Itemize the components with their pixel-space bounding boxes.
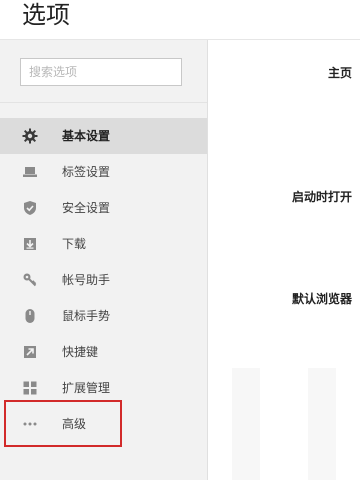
- sidebar-item-label: 鼠标手势: [62, 309, 111, 323]
- setting-label-on-startup: 启动时打开: [292, 190, 353, 204]
- sidebar-item-tab-settings[interactable]: 标签设置: [0, 154, 207, 190]
- sidebar: 基本设置 标签设置 安全设置 下载: [0, 40, 208, 480]
- laptop-icon: [23, 167, 37, 177]
- download-icon: [24, 238, 36, 250]
- sidebar-item-label: 安全设置: [62, 201, 111, 215]
- sidebar-item-label: 高级: [62, 417, 87, 431]
- sidebar-item-label: 快捷键: [62, 345, 99, 359]
- sidebar-item-label: 下载: [62, 237, 87, 251]
- key-icon: [23, 273, 37, 287]
- sidebar-item-label: 扩展管理: [62, 381, 111, 395]
- sidebar-item-account-helper[interactable]: 帐号助手: [0, 262, 207, 298]
- panel-stripe: [232, 368, 260, 480]
- sidebar-item-security[interactable]: 安全设置: [0, 190, 207, 226]
- shield-icon: [24, 201, 36, 215]
- sidebar-nav: 基本设置 标签设置 安全设置 下载 帐号助手 鼠标手势 快捷键 扩展管理 高级: [0, 118, 207, 442]
- search-area: [0, 40, 207, 103]
- sidebar-item-label: 标签设置: [62, 165, 111, 179]
- mouse-icon: [25, 309, 35, 323]
- sidebar-item-advanced[interactable]: 高级: [0, 406, 207, 442]
- shortcut-arrow-icon: [24, 346, 36, 358]
- sidebar-item-label: 基本设置: [62, 129, 111, 143]
- more-dots-icon: [23, 422, 37, 426]
- sidebar-item-basic-settings[interactable]: 基本设置: [0, 118, 207, 154]
- page-title: 选项: [22, 1, 70, 29]
- extensions-grid-icon: [23, 381, 37, 395]
- sidebar-item-mouse-gestures[interactable]: 鼠标手势: [0, 298, 207, 334]
- window-header: 选项: [0, 0, 360, 40]
- sidebar-item-label: 帐号助手: [62, 273, 111, 287]
- gear-icon: [22, 128, 38, 144]
- panel-stripe: [308, 368, 336, 480]
- sidebar-item-download[interactable]: 下载: [0, 226, 207, 262]
- setting-label-homepage: 主页: [328, 66, 353, 80]
- search-input[interactable]: [20, 58, 182, 86]
- setting-label-default-browser: 默认浏览器: [292, 292, 353, 306]
- sidebar-item-extensions[interactable]: 扩展管理: [0, 370, 207, 406]
- sidebar-item-shortcuts[interactable]: 快捷键: [0, 334, 207, 370]
- settings-panel: 主页 启动时打开 默认浏览器: [208, 40, 360, 480]
